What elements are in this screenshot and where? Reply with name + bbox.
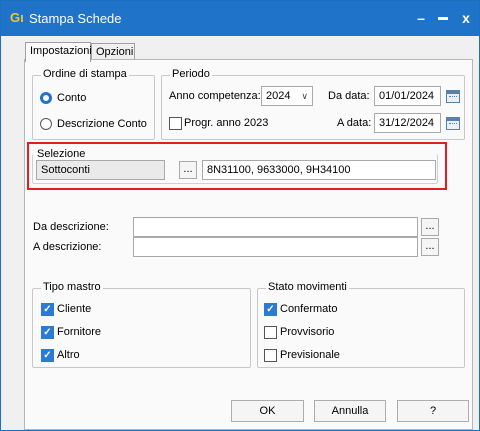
selezione-type-field[interactable]: Sottoconti [36,160,165,180]
da-data-input[interactable]: 01/01/2024 [374,86,441,106]
da-descrizione-input[interactable] [133,217,418,237]
confermato-label[interactable]: Confermato [280,303,337,315]
a-data-label: A data: [337,117,372,129]
periodo-group: Periodo Anno competenza: 2024 ∨ Da data:… [161,68,465,140]
radio-descrizione-conto-label[interactable]: Descrizione Conto [57,118,147,130]
altro-label[interactable]: Altro [57,349,80,361]
previsionale-checkbox[interactable] [264,349,277,362]
ordine-stampa-legend: Ordine di stampa [41,68,129,80]
cliente-label[interactable]: Cliente [57,303,91,315]
progr-anno-label[interactable]: Progr. anno 2023 [184,117,268,129]
title-bar[interactable]: Gı Stampa Schede – ▬ x [1,1,479,36]
radio-descrizione-conto[interactable] [40,118,52,130]
selezione-browse-button[interactable]: ... [179,161,197,179]
annulla-button[interactable]: Annulla [314,400,386,422]
a-descrizione-input[interactable] [133,237,418,257]
chevron-down-icon: ∨ [301,91,308,101]
previsionale-label[interactable]: Previsionale [280,349,340,361]
calendar-icon[interactable] [446,117,460,130]
a-descrizione-label: A descrizione: [33,241,102,253]
tab-panel-impostazioni: Ordine di stampa Conto Descrizione Conto… [24,59,473,430]
a-data-input[interactable]: 31/12/2024 [374,113,441,133]
window-title: Stampa Schede [29,11,122,26]
anno-competenza-select[interactable]: 2024 ∨ [261,86,313,106]
altro-checkbox[interactable]: ✓ [41,349,54,362]
stato-movimenti-legend: Stato movimenti [266,281,349,293]
radio-conto-label[interactable]: Conto [57,92,86,104]
selezione-group: Selezione Sottoconti ... 8N31100, 963300… [32,148,438,184]
confermato-checkbox[interactable]: ✓ [264,303,277,316]
fornitore-checkbox[interactable]: ✓ [41,326,54,339]
radio-conto[interactable] [40,92,52,104]
close-button[interactable]: x [454,7,478,29]
cliente-checkbox[interactable]: ✓ [41,303,54,316]
periodo-legend: Periodo [170,68,212,80]
calendar-icon[interactable] [446,90,460,103]
tab-impostazioni[interactable]: Impostazioni [25,42,92,62]
tipo-mastro-group: Tipo mastro ✓ Cliente ✓ Fornitore ✓ Altr… [32,281,251,368]
da-data-label: Da data: [328,90,370,102]
help-button[interactable]: ? [397,400,469,422]
anno-competenza-label: Anno competenza: [169,90,261,102]
a-descrizione-browse-button[interactable]: ... [421,238,439,256]
maximize-button[interactable]: ▬ [431,7,455,29]
provvisorio-label[interactable]: Provvisorio [280,326,334,338]
da-descrizione-label: Da descrizione: [33,221,109,233]
selezione-codes-input[interactable]: 8N31100, 9633000, 9H34100 [202,160,436,180]
anno-competenza-value: 2024 [266,90,291,102]
dialog-window: Gı Stampa Schede – ▬ x Impostazioni Opzi… [0,0,480,431]
selezione-legend: Selezione [35,148,88,160]
tipo-mastro-legend: Tipo mastro [41,281,103,293]
app-logo-icon: Gı [10,10,24,25]
ordine-stampa-group: Ordine di stampa Conto Descrizione Conto [32,68,155,140]
ok-button[interactable]: OK [231,400,304,422]
minimize-button[interactable]: – [409,7,433,29]
fornitore-label[interactable]: Fornitore [57,326,101,338]
stato-movimenti-group: Stato movimenti ✓ Confermato Provvisorio… [257,281,465,368]
progr-anno-checkbox[interactable] [169,117,182,130]
provvisorio-checkbox[interactable] [264,326,277,339]
da-descrizione-browse-button[interactable]: ... [421,218,439,236]
